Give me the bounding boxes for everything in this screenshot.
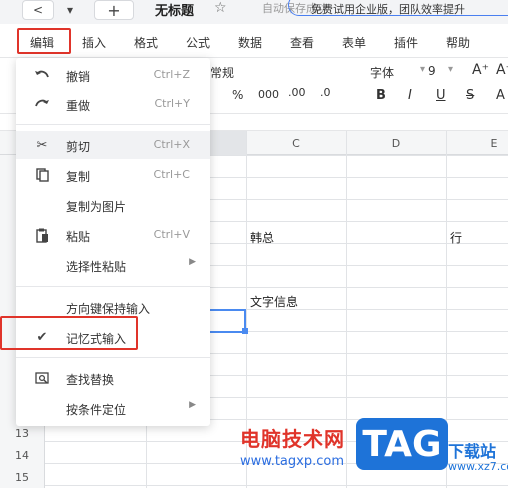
italic-button[interactable]: I: [408, 88, 412, 103]
column-header-c[interactable]: C: [290, 137, 302, 150]
column-header-d[interactable]: D: [390, 137, 402, 150]
column-header-b-selected[interactable]: [210, 131, 246, 155]
edit-menu-highlight: [17, 28, 71, 54]
watermark-site: 下载站: [448, 442, 497, 461]
find-replace-icon: [34, 370, 50, 386]
font-family-dropdown-icon[interactable]: ▾: [420, 64, 425, 75]
star-icon[interactable]: ☆: [214, 0, 227, 16]
cell-c-text-info[interactable]: 文字信息: [250, 293, 298, 310]
menu-insert[interactable]: 插入: [82, 34, 106, 51]
increase-font-button[interactable]: A⁺: [472, 62, 489, 78]
thousands-button[interactable]: 000: [258, 88, 279, 101]
menu-item-paste[interactable]: 粘贴 Ctrl+V: [16, 221, 210, 249]
edit-dropdown-menu: 撤销 Ctrl+Z 重做 Ctrl+Y ✂ 剪切 Ctrl+X 复制 Ctrl+…: [16, 58, 210, 426]
watermark-logo: TAG: [356, 418, 448, 470]
font-size-select[interactable]: 9: [428, 64, 436, 78]
menu-help[interactable]: 帮助: [446, 34, 470, 51]
scissors-icon: ✂: [36, 137, 48, 153]
chevron-down-icon: ▾: [66, 3, 74, 17]
menu-form[interactable]: 表单: [342, 34, 366, 51]
number-format-select[interactable]: 常规: [210, 64, 234, 81]
menu-item-find-replace[interactable]: 查找替换: [16, 364, 210, 392]
strikethrough-button[interactable]: S: [466, 88, 474, 103]
menu-bar: 编辑 插入 格式 公式 数据 查看 表单 插件 帮助: [0, 24, 508, 58]
font-size-dropdown-icon[interactable]: ▾: [448, 64, 453, 75]
chevron-right-icon: ▶: [189, 400, 196, 410]
bold-button[interactable]: B: [376, 88, 386, 103]
cell-e-text[interactable]: 行: [450, 229, 462, 246]
copy-icon: [34, 167, 50, 183]
menu-item-redo[interactable]: 重做 Ctrl+Y: [16, 90, 210, 118]
undo-icon: [34, 67, 50, 83]
menu-item-copy-as-image[interactable]: 复制为图片: [16, 191, 210, 219]
decrease-font-button[interactable]: A⁻: [496, 62, 508, 78]
column-header-e[interactable]: E: [488, 137, 500, 150]
chevron-left-icon: <: [32, 3, 44, 17]
font-family-select[interactable]: 字体: [370, 64, 394, 81]
menu-formula[interactable]: 公式: [186, 34, 210, 51]
menu-item-undo[interactable]: 撤销 Ctrl+Z: [16, 61, 210, 89]
promo-banner[interactable]: 免费试用企业版，团队效率提升: [288, 0, 508, 16]
row-header-13[interactable]: 13: [0, 427, 44, 440]
menu-item-cut[interactable]: ✂ 剪切 Ctrl+X: [16, 131, 210, 159]
fill-handle[interactable]: [242, 328, 248, 334]
increase-decimal-button[interactable]: .00: [288, 86, 306, 99]
menu-item-copy[interactable]: 复制 Ctrl+C: [16, 161, 210, 189]
plus-icon: +: [107, 0, 121, 20]
decrease-decimal-button[interactable]: .0: [320, 86, 331, 99]
title-bar: < ▾ + 无标题 ☆ 自动保存成功 免费试用企业版，团队效率提升: [0, 0, 508, 24]
back-button[interactable]: <: [22, 0, 54, 20]
row-header-14[interactable]: 14: [0, 449, 44, 462]
chevron-right-icon: ▶: [189, 257, 196, 267]
watermark-text: 电脑技术网: [240, 427, 345, 451]
promo-text: 免费试用企业版，团队效率提升: [311, 3, 465, 16]
paste-icon: [34, 227, 50, 243]
menu-view[interactable]: 查看: [290, 34, 314, 51]
menu-item-locate-by-condition[interactable]: 按条件定位 ▶: [16, 394, 210, 422]
autocomplete-highlight: [0, 316, 138, 350]
redo-icon: [34, 96, 50, 112]
cell-c-text[interactable]: 韩总: [250, 229, 274, 246]
percent-button[interactable]: %: [232, 88, 243, 102]
watermark-url: www.tagxp.com: [240, 454, 344, 469]
underline-button[interactable]: U: [436, 88, 446, 103]
history-dropdown-button[interactable]: ▾: [58, 0, 82, 20]
menu-format[interactable]: 格式: [134, 34, 158, 51]
menu-plugins[interactable]: 插件: [394, 34, 418, 51]
menu-item-paste-special[interactable]: 选择性粘贴 ▶: [16, 251, 210, 279]
font-color-icon[interactable]: A: [496, 88, 505, 103]
menu-data[interactable]: 数据: [238, 34, 262, 51]
row-header-15[interactable]: 15: [0, 471, 44, 484]
new-tab-button[interactable]: +: [94, 0, 134, 20]
watermark-site-url: www.xz7.com: [448, 460, 508, 473]
document-title[interactable]: 无标题: [155, 0, 194, 19]
